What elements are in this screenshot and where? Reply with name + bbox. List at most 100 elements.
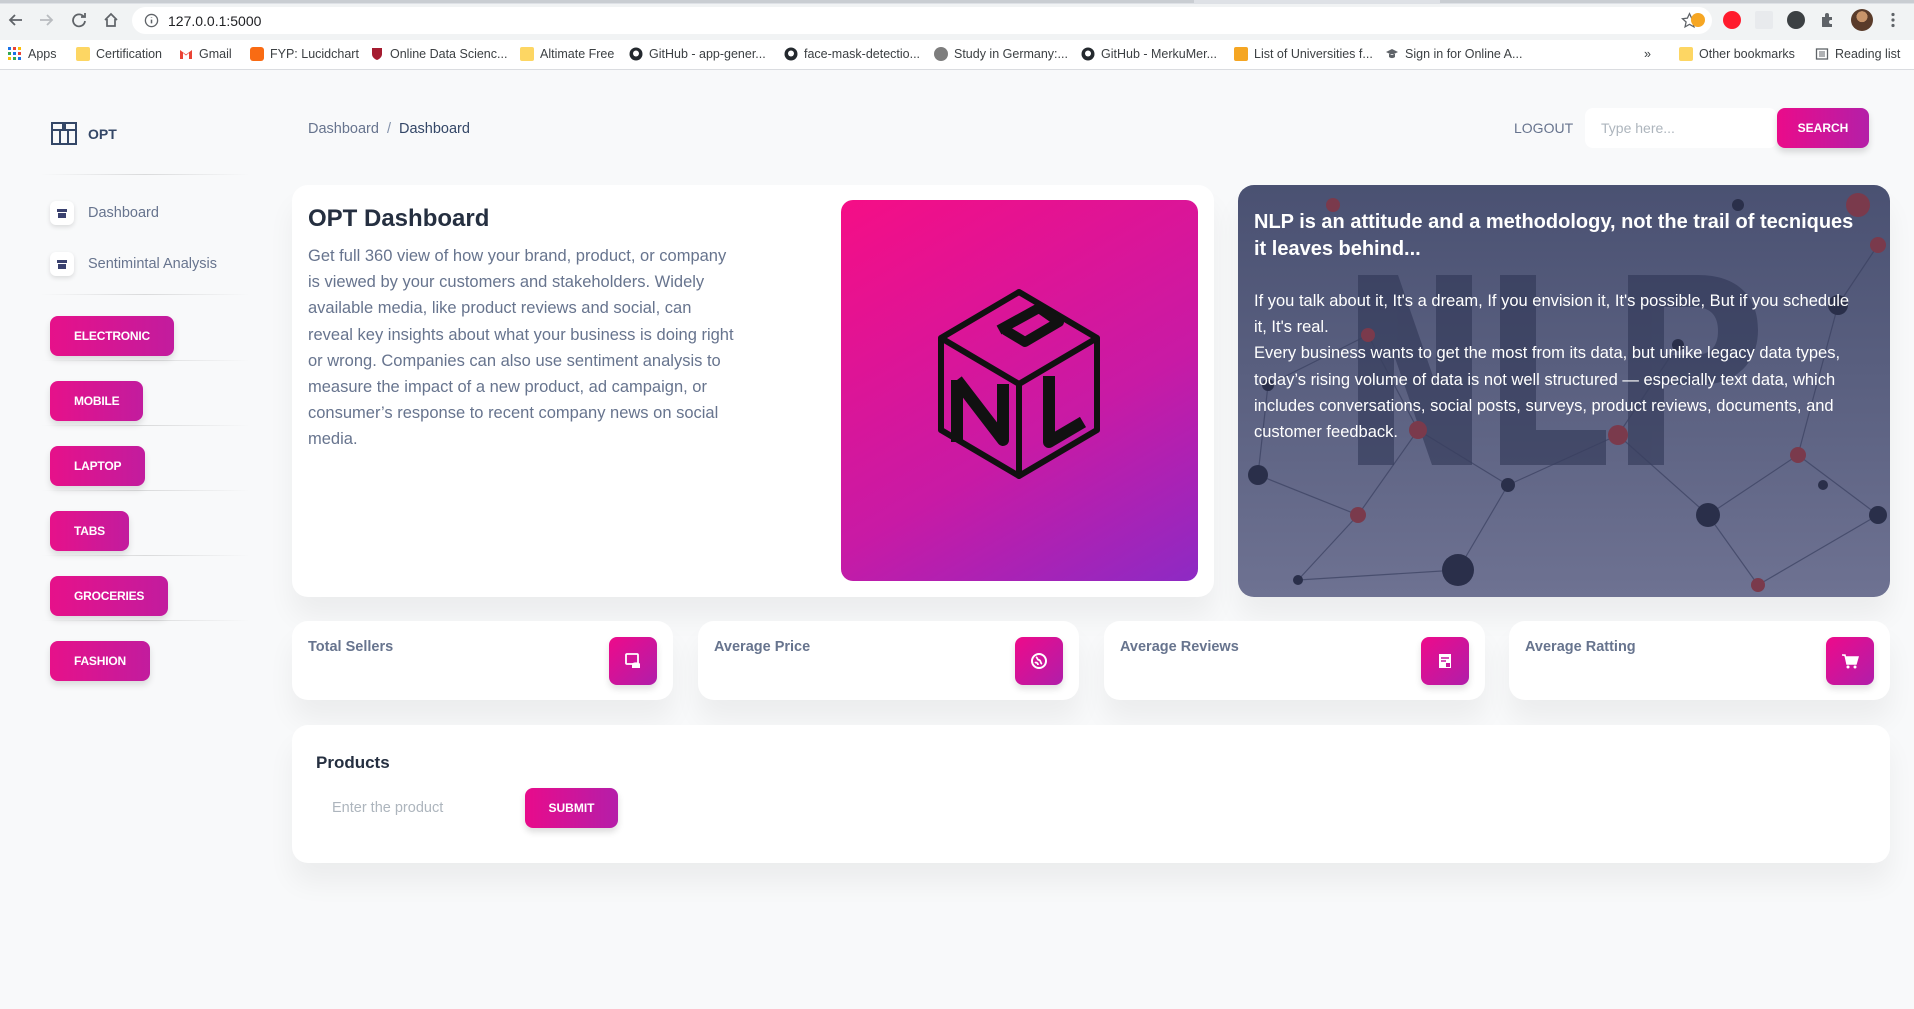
product-input[interactable]: [332, 788, 502, 828]
products-title: Products: [316, 753, 390, 772]
divider: [40, 555, 250, 556]
cart-icon: [1826, 637, 1874, 685]
opera-extension-icon[interactable]: [1723, 11, 1741, 29]
products-card: Products SUBMIT: [292, 725, 1890, 863]
search-button[interactable]: SEARCH: [1777, 108, 1869, 148]
home-icon: [104, 12, 118, 27]
github-icon: [629, 47, 643, 61]
breadcrumb: Dashboard / Dashboard: [308, 121, 470, 137]
nlp-quote-title: NLP is an attitude and a methodology, no…: [1254, 211, 1854, 260]
divider: [40, 490, 250, 491]
bookmark-label: FYP: Lucidchart: [270, 47, 359, 61]
url-text: 127.0.0.1:5000: [168, 13, 262, 29]
info-icon[interactable]: [144, 13, 159, 28]
stat-card-average-ratting: Average Ratting: [1509, 621, 1890, 700]
bookmark-label: face-mask-detectio...: [804, 47, 921, 61]
intro-card: OPT Dashboard Get full 360 view of how y…: [292, 185, 1214, 597]
bookmark-label: Altimate Free: [540, 47, 615, 61]
search-input[interactable]: [1585, 108, 1777, 148]
profile-avatar[interactable]: [1851, 9, 1873, 31]
tab-strip: [0, 0, 1914, 4]
category-mobile-button[interactable]: MOBILE: [50, 381, 144, 421]
bookmark-label: GitHub - MerkuMer...: [1101, 47, 1217, 61]
bookmark-lucidchart[interactable]: FYP: Lucidchart: [250, 47, 359, 61]
divider: [40, 360, 250, 361]
breadcrumb-current: Dashboard: [398, 121, 470, 137]
puzzle-icon[interactable]: [1819, 11, 1837, 29]
brand-logo[interactable]: OPT: [50, 120, 117, 148]
stat-label: Average Ratting: [1525, 639, 1636, 655]
divider: [40, 294, 250, 295]
bookmark-sign-in-online[interactable]: Sign in for Online A...: [1385, 47, 1522, 61]
address-bar[interactable]: 127.0.0.1:5000: [132, 7, 1712, 34]
overflow-chevron-icon: »: [1644, 47, 1651, 61]
bookmark-face-mask-detection[interactable]: face-mask-detectio...: [784, 47, 920, 61]
reload-icon: [72, 13, 86, 28]
category-fashion-button[interactable]: FASHION: [50, 641, 150, 681]
divider: [40, 174, 250, 175]
bookmark-certification[interactable]: Certification: [76, 47, 162, 61]
arrow-right-icon: [40, 14, 54, 26]
divider: [40, 425, 250, 426]
stat-card-total-sellers: Total Sellers: [292, 621, 673, 700]
logout-link[interactable]: LOGOUT: [1514, 120, 1573, 136]
stat-label: Average Reviews: [1120, 639, 1239, 655]
more-menu-icon[interactable]: [1884, 11, 1902, 29]
stat-card-average-reviews: Average Reviews: [1104, 621, 1485, 700]
bookmark-study-in-germany[interactable]: Study in Germany:...: [934, 47, 1068, 61]
apps-grid-icon: [8, 47, 21, 60]
harvard-shield-icon: [372, 48, 382, 60]
category-groceries-button[interactable]: GROCERIES: [50, 576, 169, 616]
bookmarks-overflow-button[interactable]: »: [1644, 47, 1651, 61]
forward-button[interactable]: [36, 10, 56, 30]
category-laptop-button[interactable]: LAPTOP: [50, 446, 146, 486]
bookmark-online-data-science[interactable]: Online Data Scienc...: [370, 47, 507, 61]
gmail-icon: [180, 50, 192, 59]
vpn-extension-icon[interactable]: [1787, 11, 1805, 29]
intro-description: Get full 360 view of how your brand, pro…: [308, 247, 734, 449]
bookmark-apps[interactable]: Apps: [8, 47, 57, 61]
category-tabs-button[interactable]: TABS: [50, 511, 129, 551]
reload-button[interactable]: [69, 10, 89, 30]
bookmark-github-app-gener[interactable]: GitHub - app-gener...: [629, 47, 766, 61]
extension-icon[interactable]: [1755, 11, 1773, 29]
breadcrumb-link[interactable]: Dashboard: [308, 121, 379, 137]
bookmark-list-of-universities[interactable]: List of Universities f...: [1234, 47, 1373, 61]
bookmark-label: Sign in for Online A...: [1405, 47, 1523, 61]
cookie-extension-icon[interactable]: [1691, 13, 1705, 27]
bookmarks-bar: Apps Certification Gmail FYP: Lucidchart…: [0, 40, 1914, 70]
divider: [40, 620, 250, 621]
bookmark-label: Reading list: [1835, 47, 1901, 61]
reading-list[interactable]: Reading list: [1815, 47, 1900, 61]
nav-item-label: Dashboard: [88, 205, 159, 221]
nlp-quote-body: If you talk about it, It's a dream, If y…: [1254, 288, 1866, 445]
back-button[interactable]: [6, 10, 26, 30]
bookmark-label: Other bookmarks: [1699, 47, 1795, 61]
study-icon: [934, 47, 948, 61]
submit-button[interactable]: SUBMIT: [525, 788, 618, 828]
nlp-paragraph-1: If you talk about it, It's a dream, If y…: [1254, 292, 1850, 337]
bookmark-label: List of Universities f...: [1254, 47, 1373, 61]
bookmark-label: Study in Germany:...: [954, 47, 1068, 61]
bookmark-label: Online Data Scienc...: [390, 47, 508, 61]
github-icon: [784, 47, 798, 61]
stat-label: Average Price: [714, 639, 811, 655]
universities-icon: [1234, 47, 1248, 61]
category-electronic-button[interactable]: ELECTRONIC: [50, 316, 175, 356]
bookmark-altimate-free[interactable]: Altimate Free: [520, 47, 614, 61]
stat-card-average-price: Average Price: [698, 621, 1079, 700]
nav-item-sentimintal-analysis[interactable]: Sentimintal Analysis: [50, 252, 217, 276]
stat-label: Total Sellers: [308, 639, 394, 655]
bookmark-gmail[interactable]: Gmail: [179, 47, 232, 61]
folder-icon: [520, 47, 534, 61]
database-icon: [609, 637, 657, 685]
breadcrumb-separator: /: [386, 121, 391, 137]
nav-item-dashboard[interactable]: Dashboard: [50, 201, 159, 225]
opt-logo-icon: [51, 122, 77, 145]
graduation-cap-icon: [1386, 49, 1398, 59]
bookmark-label: GitHub - app-gener...: [649, 47, 766, 61]
bookmark-github-merkumer[interactable]: GitHub - MerkuMer...: [1081, 47, 1217, 61]
other-bookmarks[interactable]: Other bookmarks: [1679, 47, 1795, 61]
home-button[interactable]: [101, 10, 121, 30]
arrow-left-icon: [8, 14, 22, 26]
